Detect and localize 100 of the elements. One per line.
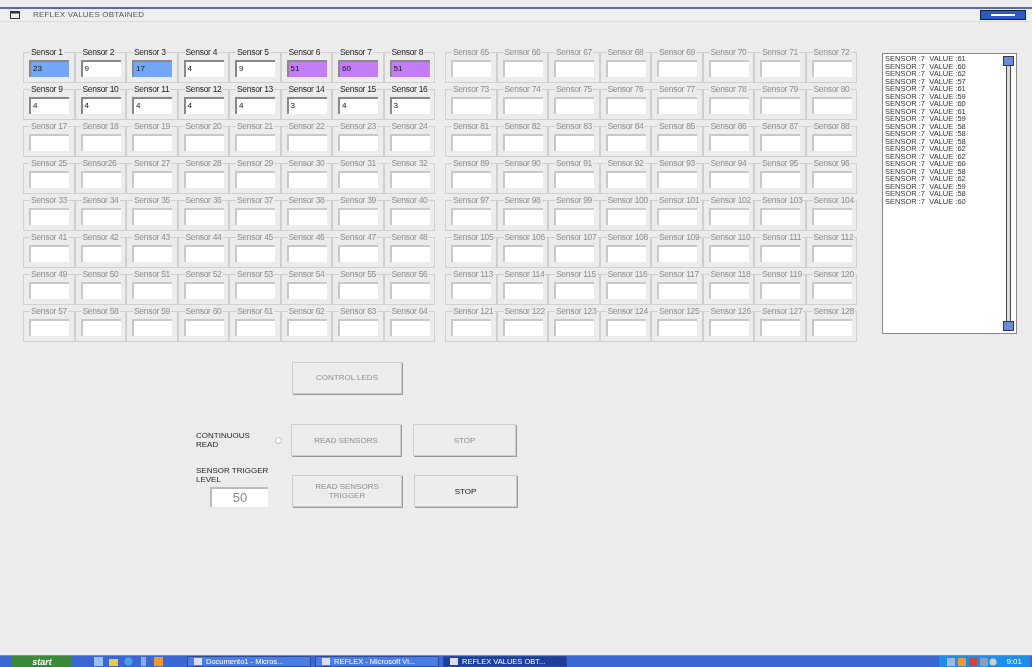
sensor-value-field[interactable] [80, 318, 121, 336]
sensor-value-field[interactable] [554, 207, 594, 225]
sensor-value-field[interactable] [235, 133, 275, 151]
sensor-value-field[interactable] [554, 244, 594, 262]
sensor-value-field[interactable] [451, 281, 491, 299]
sensor-value-field[interactable] [29, 244, 69, 262]
sensor-value-field[interactable] [338, 244, 378, 262]
sensor-value-field[interactable] [760, 96, 800, 114]
sensor-value-field[interactable] [605, 318, 646, 336]
sensor-value-field[interactable] [235, 170, 275, 188]
sensor-value-field[interactable] [708, 207, 749, 225]
sensor-value-field[interactable] [29, 170, 69, 188]
sensor-value-field[interactable] [389, 133, 430, 151]
sensor-value-field[interactable] [760, 318, 800, 336]
sensor-value-field[interactable]: 17 [132, 59, 172, 77]
sensor-value-field[interactable] [708, 170, 749, 188]
sensor-value-field[interactable] [554, 318, 594, 336]
sensor-value-field[interactable] [605, 59, 646, 77]
sensor-value-field[interactable] [554, 59, 594, 77]
sensor-value-field[interactable] [708, 59, 749, 77]
sensor-value-field[interactable] [605, 170, 646, 188]
sensor-value-field[interactable] [657, 133, 697, 151]
sensor-value-field[interactable] [451, 133, 491, 151]
sensor-value-field[interactable] [80, 244, 121, 262]
sensor-value-field[interactable]: 4 [183, 96, 224, 114]
sensor-value-field[interactable]: 4 [235, 96, 275, 114]
sensor-value-field[interactable] [554, 133, 594, 151]
sensor-value-field[interactable] [451, 96, 491, 114]
sensor-value-field[interactable] [760, 207, 800, 225]
sensor-value-field[interactable] [80, 207, 121, 225]
sensor-value-field[interactable]: 4 [132, 96, 172, 114]
sensor-value-field[interactable] [80, 133, 121, 151]
sensor-value-field[interactable] [132, 133, 172, 151]
sensor-value-field[interactable]: 3 [389, 96, 430, 114]
radio-button[interactable] [275, 436, 282, 444]
sensor-value-field[interactable] [811, 96, 852, 114]
sensor-value-field[interactable] [811, 133, 852, 151]
sensor-value-field[interactable] [657, 244, 697, 262]
scrollbar[interactable] [1000, 54, 1016, 333]
sensor-value-field[interactable] [235, 244, 275, 262]
desktop-icon[interactable] [94, 657, 103, 666]
app-icon[interactable] [154, 657, 163, 666]
sensor-value-field[interactable] [811, 318, 852, 336]
sensor-value-field[interactable] [502, 281, 543, 299]
sensor-value-field[interactable] [389, 318, 430, 336]
sensor-value-field[interactable] [132, 244, 172, 262]
sensor-value-field[interactable] [389, 244, 430, 262]
sensor-value-field[interactable] [286, 133, 327, 151]
sensor-value-field[interactable]: 60 [338, 59, 378, 77]
sensor-value-field[interactable]: 4 [29, 96, 69, 114]
sensor-value-field[interactable] [502, 133, 543, 151]
sensor-value-field[interactable] [502, 96, 543, 114]
sensor-value-field[interactable] [338, 170, 378, 188]
sensor-value-field[interactable] [286, 207, 327, 225]
sensor-value-field[interactable] [132, 170, 172, 188]
sensor-value-field[interactable] [708, 96, 749, 114]
sensor-value-field[interactable] [29, 133, 69, 151]
sensor-value-field[interactable] [286, 244, 327, 262]
sensor-value-field[interactable] [183, 318, 224, 336]
sensor-value-field[interactable] [235, 281, 275, 299]
sensor-value-field[interactable]: 51 [286, 59, 327, 77]
sensor-value-field[interactable] [451, 318, 491, 336]
sensor-value-field[interactable] [451, 170, 491, 188]
sensor-value-field[interactable] [657, 96, 697, 114]
sensor-value-field[interactable]: 23 [29, 59, 69, 77]
sensor-value-field[interactable] [760, 170, 800, 188]
folder-icon[interactable] [109, 657, 118, 666]
sensor-value-field[interactable]: 4 [80, 96, 121, 114]
start-button[interactable]: start [12, 655, 72, 667]
sensor-value-field[interactable] [605, 244, 646, 262]
sensor-value-field[interactable] [760, 281, 800, 299]
sensor-value-field[interactable] [708, 318, 749, 336]
sensor-value-field[interactable] [502, 318, 543, 336]
sensor-value-field[interactable] [657, 318, 697, 336]
sensor-value-field[interactable] [811, 281, 852, 299]
sensor-value-field[interactable] [554, 170, 594, 188]
sensor-value-field[interactable] [286, 170, 327, 188]
sensor-value-field[interactable] [605, 207, 646, 225]
sensor-value-field[interactable] [554, 281, 594, 299]
sensor-value-field[interactable] [657, 207, 697, 225]
sensor-value-field[interactable] [80, 281, 121, 299]
sensor-value-field[interactable] [29, 318, 69, 336]
sensor-value-field[interactable] [389, 207, 430, 225]
sensor-value-field[interactable] [760, 59, 800, 77]
sensor-value-field[interactable]: 9 [235, 59, 275, 77]
sensor-value-field[interactable] [132, 207, 172, 225]
sensor-value-field[interactable] [605, 281, 646, 299]
sensor-value-field[interactable] [286, 281, 327, 299]
minimize-button[interactable] [980, 10, 1026, 20]
sensor-value-field[interactable] [811, 244, 852, 262]
sensor-value-field[interactable] [80, 170, 121, 188]
sensor-value-field[interactable] [708, 281, 749, 299]
sensor-value-field[interactable] [338, 281, 378, 299]
sensor-value-field[interactable] [183, 133, 224, 151]
sensor-value-field[interactable] [657, 170, 697, 188]
media-icon[interactable] [139, 657, 148, 666]
sensor-value-field[interactable] [554, 96, 594, 114]
sensor-value-field[interactable] [502, 207, 543, 225]
sensor-value-field[interactable] [657, 59, 697, 77]
sensor-value-field[interactable] [605, 96, 646, 114]
